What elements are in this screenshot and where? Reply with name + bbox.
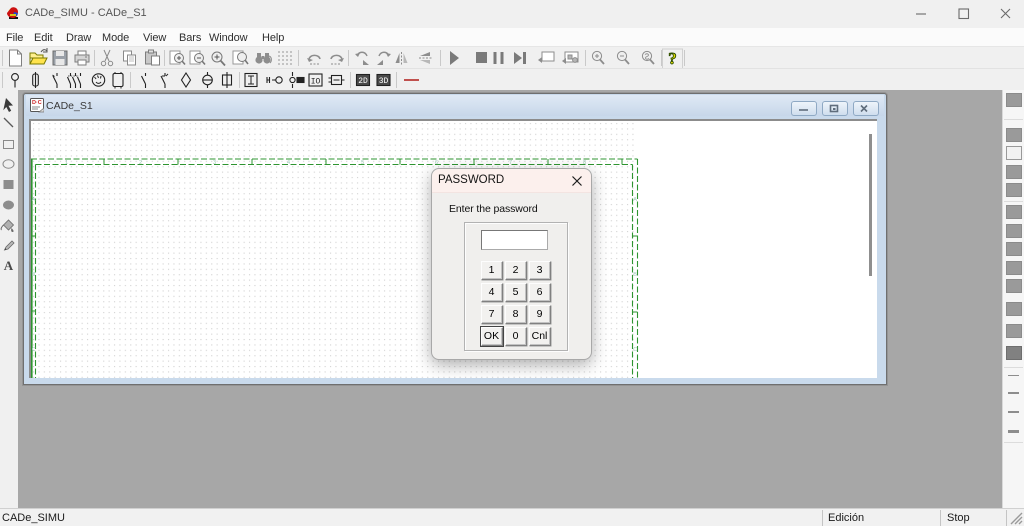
svg-text:B: B — [32, 272, 36, 278]
svg-text:3: 3 — [213, 160, 216, 166]
svg-text:A: A — [633, 197, 637, 203]
svg-text:?: ? — [668, 49, 677, 68]
svg-text:C: C — [32, 347, 36, 353]
svg-text:8: 8 — [583, 160, 586, 166]
svg-text:B: B — [633, 272, 637, 278]
svg-text:6: 6 — [435, 160, 438, 166]
svg-text:4: 4 — [287, 160, 290, 166]
svg-text:C: C — [633, 347, 637, 353]
svg-text:2D: 2D — [358, 77, 368, 86]
svg-text:IO: IO — [311, 78, 321, 87]
svg-text:2: 2 — [139, 160, 142, 166]
svg-text:5: 5 — [361, 160, 364, 166]
svg-text:A: A — [4, 258, 14, 273]
svg-text:7: 7 — [509, 160, 512, 166]
svg-text:D·C: D·C — [32, 100, 42, 106]
svg-text:A: A — [32, 197, 36, 203]
svg-text:1: 1 — [65, 160, 68, 166]
svg-text:3D: 3D — [379, 77, 389, 86]
